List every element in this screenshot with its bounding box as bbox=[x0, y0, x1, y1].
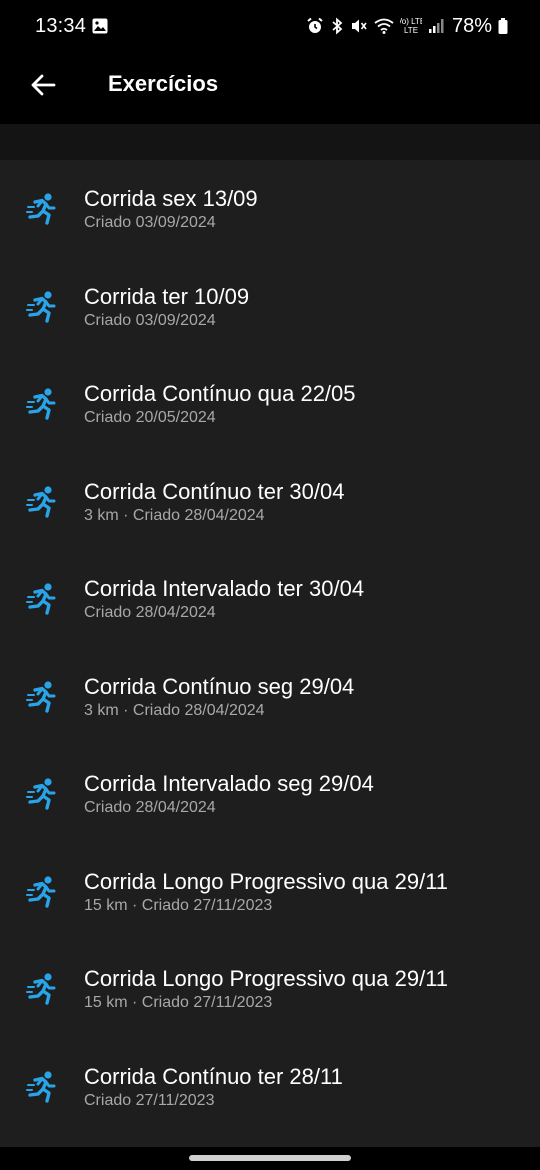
image-icon bbox=[92, 18, 108, 34]
exercise-list-item[interactable]: Corrida sex 13/09 Criado 03/09/2024 bbox=[0, 160, 540, 258]
alarm-icon bbox=[307, 17, 323, 33]
exercise-list: Corrida sex 13/09 Criado 03/09/2024 Corrid… bbox=[0, 160, 540, 1147]
status-icons: Vo) LTE LTE 78% bbox=[306, 14, 508, 38]
exercise-subtitle: Criado 27/11/2023 bbox=[84, 1091, 215, 1109]
runner-icon bbox=[26, 875, 58, 909]
exercise-title: Corrida Longo Progressivo qua 29/11 bbox=[84, 868, 449, 894]
status-time: 13:34 bbox=[35, 15, 87, 37]
exercise-subtitle: 3 km · Criado 28/04/2024 bbox=[84, 701, 265, 719]
exercise-title: Corrida Contínuo ter 28/11 bbox=[84, 1063, 343, 1089]
wifi-icon bbox=[374, 18, 394, 34]
navigation-bar bbox=[0, 1147, 540, 1170]
home-indicator[interactable] bbox=[189, 1155, 351, 1161]
exercise-list-item[interactable]: Corrida ter 10/09 Criado 03/09/2024 bbox=[0, 258, 540, 356]
exercise-subtitle: Criado 28/04/2024 bbox=[84, 799, 216, 816]
mute-icon bbox=[351, 19, 367, 33]
list-header-divider bbox=[0, 124, 540, 160]
exercise-list-item[interactable]: Corrida Contínuo ter 28/11 Criado 27/11/2… bbox=[0, 1038, 540, 1136]
exercise-title: Corrida Contínuo seg 29/04 bbox=[84, 673, 355, 699]
back-button[interactable] bbox=[26, 68, 60, 102]
exercise-subtitle: Criado 20/05/2024 bbox=[84, 409, 216, 426]
exercise-subtitle: Criado 03/09/2024 bbox=[84, 214, 216, 231]
runner-icon bbox=[26, 680, 58, 714]
arrow-left-icon bbox=[31, 74, 56, 96]
svg-text:LTE: LTE bbox=[404, 26, 418, 35]
exercise-list-item[interactable]: Corrida Longo Progressivo qua 29/11 15 km… bbox=[0, 843, 540, 941]
exercise-list-item[interactable]: Corrida Contínuo seg 29/04 3 km · Criado … bbox=[0, 648, 540, 746]
runner-icon bbox=[26, 485, 58, 519]
exercise-title: Corrida Contínuo qua 22/05 bbox=[84, 381, 356, 406]
svg-text:Vo) LTE: Vo) LTE bbox=[400, 17, 422, 26]
exercise-title: Corrida Longo Progressivo qua 29/11 bbox=[84, 966, 449, 991]
exercise-title: Corrida Intervalado ter 30/04 bbox=[84, 576, 365, 601]
page-title: Exercícios bbox=[108, 71, 219, 96]
exercise-list-item[interactable]: Corrida Contínuo qua 22/05 Criado 20/05/2… bbox=[0, 355, 540, 453]
exercise-title: Corrida sex 13/09 bbox=[84, 186, 258, 211]
battery-percentage: 78% bbox=[451, 14, 492, 37]
runner-icon bbox=[26, 1070, 58, 1104]
exercise-list-item[interactable]: Corrida Intervalado ter 30/04 Criado 28/0… bbox=[0, 550, 540, 648]
signal-icon bbox=[428, 19, 444, 33]
app-bar: Exercícios bbox=[0, 54, 540, 124]
exercise-subtitle: Criado 03/09/2024 bbox=[84, 311, 216, 329]
exercise-subtitle: Criado 28/04/2024 bbox=[84, 604, 216, 621]
runner-icon bbox=[26, 290, 58, 324]
exercise-subtitle: 15 km · Criado 27/11/2023 bbox=[84, 896, 273, 914]
exercise-list-item[interactable]: Corrida Longo Progressivo qua 29/11 15 km… bbox=[0, 940, 540, 1038]
runner-icon bbox=[26, 972, 58, 1006]
exercise-subtitle: 15 km · Criado 27/11/2023 bbox=[84, 994, 273, 1011]
bluetooth-icon bbox=[332, 17, 343, 35]
runner-icon bbox=[26, 387, 58, 421]
battery-icon bbox=[498, 18, 508, 34]
runner-icon bbox=[26, 582, 58, 616]
exercise-title: Corrida Intervalado seg 29/04 bbox=[84, 771, 374, 796]
status-bar: 13:34 Vo) LTE LTE bbox=[0, 0, 540, 54]
runner-icon bbox=[26, 777, 58, 811]
exercise-subtitle: 3 km · Criado 28/04/2024 bbox=[84, 506, 265, 524]
exercise-title: Corrida ter 10/09 bbox=[84, 283, 250, 309]
volte-icon: Vo) LTE LTE bbox=[400, 17, 422, 35]
exercise-list-item[interactable]: Corrida Contínuo ter 30/04 3 km · Criado … bbox=[0, 453, 540, 551]
runner-icon bbox=[26, 192, 58, 226]
exercise-list-item[interactable]: Corrida Intervalado seg 29/04 Criado 28/0… bbox=[0, 745, 540, 843]
exercise-title: Corrida Contínuo ter 30/04 bbox=[84, 478, 345, 504]
